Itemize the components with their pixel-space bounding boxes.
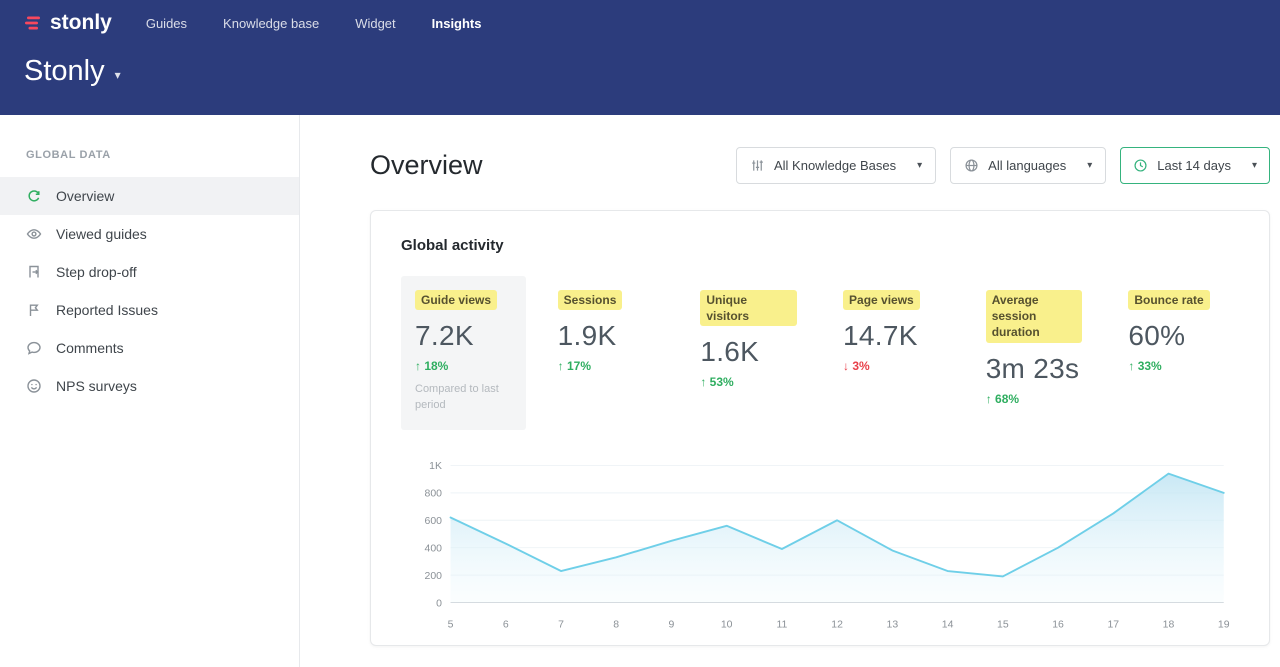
sidebar-item-label: Reported Issues (56, 302, 158, 318)
clock-icon (1133, 158, 1148, 173)
metric-delta: ↑ 53% (700, 375, 797, 389)
svg-text:17: 17 (1107, 619, 1119, 630)
eye-icon (26, 226, 42, 242)
sidebar-section-label: GLOBAL DATA (0, 149, 299, 161)
activity-chart: 0 200 400 600 800 1K 5 6 7 8 9 10 11 12 13 14 15 16 17 18 19 (401, 454, 1239, 635)
globe-icon (964, 158, 979, 173)
sidebar-item-label: Comments (56, 340, 124, 356)
sidebar-item-label: Viewed guides (56, 226, 147, 242)
logo-text: stonly (50, 11, 112, 35)
metric-value: 1.6K (700, 336, 797, 368)
svg-text:19: 19 (1218, 619, 1230, 630)
sidebar-item-label: NPS surveys (56, 378, 137, 394)
sidebar-item-label: Overview (56, 188, 114, 204)
metric-delta: ↑ 68% (986, 392, 1083, 406)
top-header: stonly Guides Knowledge base Widget Insi… (0, 0, 1280, 115)
sidebar-item-step-drop-off[interactable]: Step drop-off (0, 253, 299, 291)
metric-bounce-rate[interactable]: Bounce rate 60% ↑ 33% (1114, 276, 1239, 389)
svg-text:13: 13 (887, 619, 899, 630)
svg-text:1K: 1K (429, 461, 442, 472)
metric-label: Average session duration (986, 290, 1083, 343)
flag-icon (26, 302, 42, 318)
svg-text:11: 11 (776, 619, 787, 630)
metric-delta: ↓ 3% (843, 359, 940, 373)
metric-value: 7.2K (415, 320, 512, 352)
overview-refresh-icon (26, 188, 42, 204)
sidebar-item-comments[interactable]: Comments (0, 329, 299, 367)
stonly-logo-icon (24, 14, 42, 32)
svg-text:200: 200 (424, 571, 442, 582)
metric-note: Compared to last period (415, 382, 510, 414)
sidebar-item-nps-surveys[interactable]: NPS surveys (0, 367, 299, 405)
nav-item-insights[interactable]: Insights (432, 16, 482, 31)
card-title: Global activity (401, 237, 1239, 254)
metric-label: Bounce rate (1128, 290, 1209, 310)
metric-page-views[interactable]: Page views 14.7K ↓ 3% (829, 276, 954, 389)
sidebar-item-label: Step drop-off (56, 264, 137, 280)
metric-label: Unique visitors (700, 290, 797, 326)
caret-down-icon: ▾ (1087, 160, 1092, 171)
svg-text:8: 8 (613, 619, 619, 630)
metric-delta: ↑ 33% (1128, 359, 1225, 373)
sliders-icon (750, 158, 765, 173)
workspace-title: Stonly (24, 55, 105, 88)
stonly-logo[interactable]: stonly (24, 11, 112, 35)
svg-text:16: 16 (1052, 619, 1064, 630)
metric-label: Page views (843, 290, 920, 310)
comment-icon (26, 340, 42, 356)
metric-label: Sessions (558, 290, 623, 310)
main-content: Overview All Knowledge Bases ▾ (300, 115, 1280, 667)
caret-down-icon: ▾ (115, 68, 121, 82)
metric-delta: ↑ 18% (415, 359, 512, 373)
metric-sessions[interactable]: Sessions 1.9K ↑ 17% (544, 276, 669, 389)
nav-item-widget[interactable]: Widget (355, 16, 395, 31)
filter-bar: All Knowledge Bases ▾ All languages ▾ (736, 147, 1270, 184)
knowledge-base-filter[interactable]: All Knowledge Bases ▾ (736, 147, 936, 184)
svg-text:15: 15 (997, 619, 1009, 630)
metric-guide-views[interactable]: Guide views 7.2K ↑ 18% Compared to last … (401, 276, 526, 430)
metric-label: Guide views (415, 290, 497, 310)
smiley-icon (26, 378, 42, 394)
metrics-row: Guide views 7.2K ↑ 18% Compared to last … (401, 276, 1239, 430)
metric-value: 60% (1128, 320, 1225, 352)
sidebar-item-overview[interactable]: Overview (0, 177, 299, 215)
global-activity-card: Global activity Guide views 7.2K ↑ 18% C… (370, 210, 1270, 646)
top-nav: Guides Knowledge base Widget Insights (146, 16, 482, 31)
filter-label: All languages (988, 158, 1066, 173)
svg-text:600: 600 (424, 516, 442, 527)
workspace-switcher[interactable]: Stonly ▾ (0, 35, 145, 88)
metric-delta: ↑ 17% (558, 359, 655, 373)
svg-text:10: 10 (721, 619, 733, 630)
page-title: Overview (370, 150, 483, 181)
svg-text:7: 7 (558, 619, 564, 630)
svg-text:14: 14 (942, 619, 954, 630)
svg-text:18: 18 (1163, 619, 1175, 630)
metric-value: 1.9K (558, 320, 655, 352)
nav-item-guides[interactable]: Guides (146, 16, 187, 31)
svg-text:800: 800 (424, 489, 442, 500)
svg-text:9: 9 (669, 619, 675, 630)
caret-down-icon: ▾ (917, 160, 922, 171)
metric-average-session-duration[interactable]: Average session duration 3m 23s ↑ 68% (972, 276, 1097, 422)
metric-unique-visitors[interactable]: Unique visitors 1.6K ↑ 53% (686, 276, 811, 405)
svg-text:5: 5 (448, 619, 454, 630)
sidebar: GLOBAL DATA Overview Viewed guides (0, 115, 300, 667)
filter-label: All Knowledge Bases (774, 158, 896, 173)
svg-text:0: 0 (436, 598, 442, 609)
sidebar-item-reported-issues[interactable]: Reported Issues (0, 291, 299, 329)
step-dropoff-icon (26, 264, 42, 280)
date-range-filter[interactable]: Last 14 days ▾ (1120, 147, 1270, 184)
metric-value: 14.7K (843, 320, 940, 352)
caret-down-icon: ▾ (1252, 160, 1257, 171)
svg-text:6: 6 (503, 619, 509, 630)
sidebar-item-viewed-guides[interactable]: Viewed guides (0, 215, 299, 253)
nav-item-knowledge-base[interactable]: Knowledge base (223, 16, 319, 31)
svg-text:400: 400 (424, 544, 442, 555)
language-filter[interactable]: All languages ▾ (950, 147, 1106, 184)
metric-value: 3m 23s (986, 353, 1083, 385)
svg-text:12: 12 (831, 619, 843, 630)
filter-label: Last 14 days (1157, 158, 1231, 173)
